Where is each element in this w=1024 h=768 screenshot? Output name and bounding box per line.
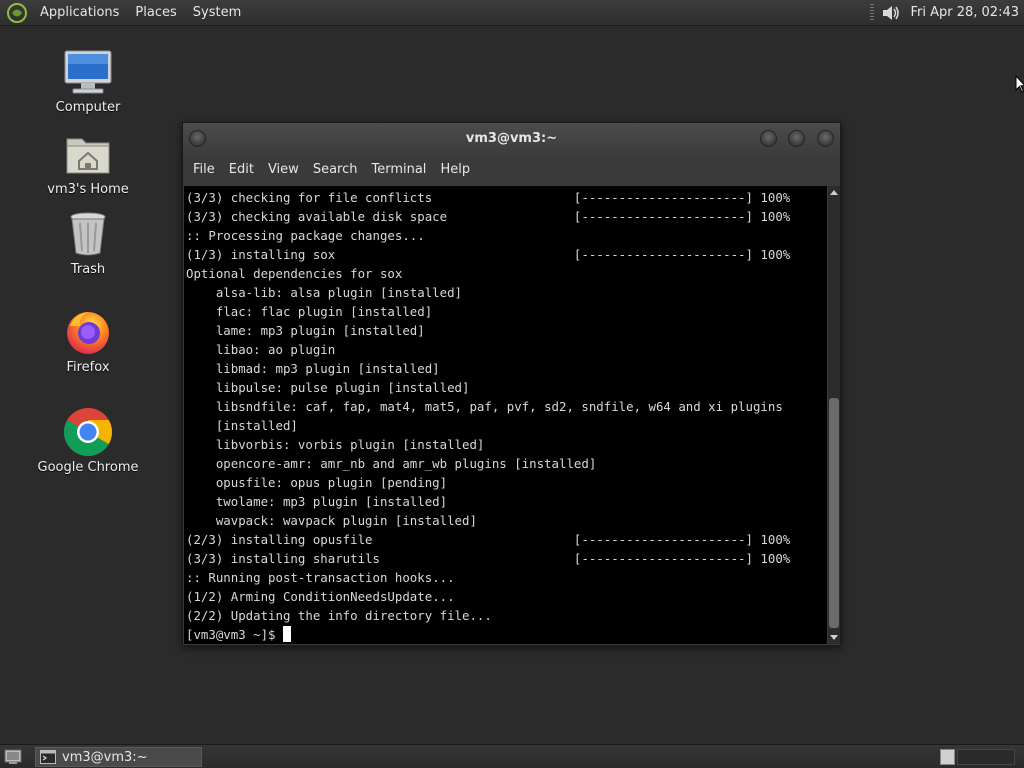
firefox-icon (62, 306, 114, 358)
terminal-menubar: File Edit View Search Terminal Help (183, 155, 840, 185)
terminal-line: (3/3) checking for file conflicts [-----… (186, 190, 791, 205)
close-button[interactable] (817, 130, 834, 147)
terminal-output[interactable]: (3/3) checking for file conflicts [-----… (184, 186, 827, 644)
terminal-line: libmad: mp3 plugin [installed] (186, 361, 440, 376)
show-desktop-icon[interactable] (4, 748, 22, 765)
bottom-panel: vm3@vm3:~ (0, 744, 1024, 768)
menu-search[interactable]: Search (306, 155, 365, 185)
scroll-up-arrow-icon[interactable] (830, 190, 838, 195)
terminal-line: libpulse: pulse plugin [installed] (186, 380, 470, 395)
terminal-window[interactable]: vm3@vm3:~ File Edit View Search Terminal… (182, 122, 841, 646)
volume-icon[interactable] (880, 2, 902, 24)
desktop-icon-firefox[interactable]: Firefox (28, 306, 148, 375)
maximize-button[interactable] (788, 130, 805, 147)
system-tray: Fri Apr 28, 02:43 (870, 0, 1024, 26)
distro-logo-icon[interactable] (6, 2, 28, 24)
desktop-icon-label: vm3's Home (47, 182, 129, 197)
workspace-1[interactable] (940, 749, 955, 765)
terminal-line: (1/2) Arming ConditionNeedsUpdate... (186, 589, 455, 604)
desktop-icon-chrome[interactable]: Google Chrome (28, 406, 148, 475)
terminal-line: lame: mp3 plugin [installed] (186, 323, 425, 338)
places-menu[interactable]: Places (127, 0, 184, 26)
computer-icon (62, 46, 114, 98)
terminal-line: alsa-lib: alsa plugin [installed] (186, 285, 463, 300)
taskbar-window-label: vm3@vm3:~ (62, 749, 148, 765)
terminal-line: Optional dependencies for sox (186, 266, 403, 281)
menu-help[interactable]: Help (433, 155, 477, 185)
terminal-line: (3/3) checking available disk space [---… (186, 209, 791, 224)
terminal-line: (2/2) Updating the info directory file..… (186, 608, 492, 623)
desktop-icon-label: Google Chrome (37, 460, 139, 475)
taskbar-window-button[interactable]: vm3@vm3:~ (35, 747, 202, 767)
desktop-icon-label: Firefox (66, 360, 110, 375)
desktop-icon-label: Computer (55, 100, 121, 115)
text-cursor (282, 626, 291, 642)
menu-terminal[interactable]: Terminal (364, 155, 433, 185)
terminal-line: :: Processing package changes... (186, 228, 425, 243)
terminal-line: libsndfile: caf, fap, mat4, mat5, paf, p… (186, 399, 783, 414)
terminal-scrollbar[interactable] (828, 186, 840, 644)
terminal-line: twolame: mp3 plugin [installed] (186, 494, 448, 509)
scroll-down-arrow-icon[interactable] (830, 635, 838, 640)
menu-file[interactable]: File (186, 155, 222, 185)
minimize-button[interactable] (760, 130, 777, 147)
terminal-line: opusfile: opus plugin [pending] (186, 475, 448, 490)
terminal-line: [installed] (186, 418, 298, 433)
window-title: vm3@vm3:~ (465, 131, 558, 146)
terminal-line: flac: flac plugin [installed] (186, 304, 433, 319)
terminal-line: (2/3) installing opusfile [-------------… (186, 532, 791, 547)
terminal-line: wavpack: wavpack plugin [installed] (186, 513, 477, 528)
terminal-app-icon (40, 750, 56, 764)
mouse-cursor-icon (1015, 75, 1024, 93)
terminal-line: libao: ao plugin (186, 342, 336, 357)
top-panel: Applications Places System Fri Apr 28, 0… (0, 0, 1024, 26)
home-folder-icon (62, 128, 114, 180)
menu-edit[interactable]: Edit (222, 155, 261, 185)
system-menu[interactable]: System (185, 0, 249, 26)
desktop-icon-computer[interactable]: Computer (28, 46, 148, 115)
desktop-icon-trash[interactable]: Trash (28, 208, 148, 277)
terminal-line: :: Running post-transaction hooks... (186, 570, 455, 585)
desktop-icon-label: Trash (70, 262, 106, 277)
menu-view[interactable]: View (261, 155, 306, 185)
chrome-icon (62, 406, 114, 458)
window-titlebar[interactable]: vm3@vm3:~ (183, 123, 840, 155)
tray-separator (870, 3, 875, 22)
workspace-2[interactable] (957, 749, 1015, 765)
desktop-icon-home[interactable]: vm3's Home (28, 128, 148, 197)
clock[interactable]: Fri Apr 28, 02:43 (910, 5, 1019, 20)
terminal-prompt-line[interactable]: [vm3@vm3 ~]$ (184, 625, 827, 644)
terminal-line: libvorbis: vorbis plugin [installed] (186, 437, 485, 452)
applications-menu[interactable]: Applications (32, 0, 127, 26)
shell-prompt: [vm3@vm3 ~]$ (186, 627, 283, 642)
scrollbar-thumb[interactable] (829, 398, 839, 628)
trash-icon (62, 208, 114, 260)
terminal-line: opencore-amr: amr_nb and amr_wb plugins … (186, 456, 597, 471)
terminal-line: (1/3) installing sox [------------------… (186, 247, 791, 262)
terminal-line: (3/3) installing sharutils [------------… (186, 551, 791, 566)
